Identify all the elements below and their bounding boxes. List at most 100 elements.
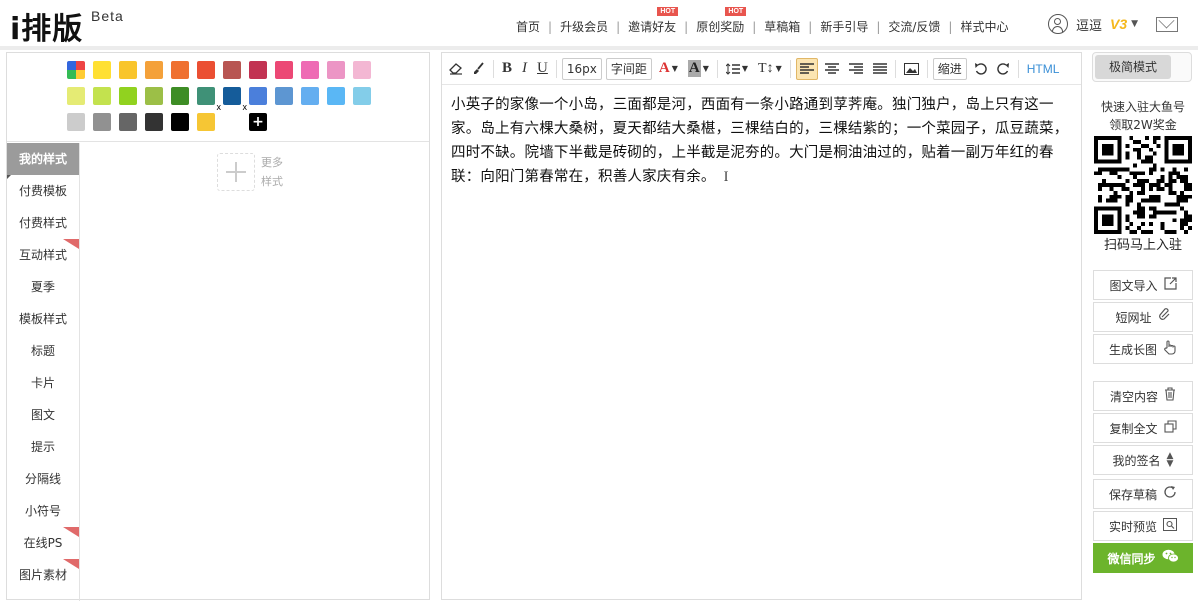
save-draft-button[interactable]: 保存草稿 [1093, 479, 1193, 509]
color-swatch[interactable] [275, 61, 293, 79]
bg-color-button[interactable]: A ▼ [685, 58, 712, 80]
style-category-item[interactable]: 在线PS [7, 527, 79, 559]
style-category-item[interactable]: 我的样式 [7, 143, 79, 179]
color-swatch[interactable] [93, 61, 111, 79]
html-source-button[interactable]: HTML [1024, 58, 1063, 80]
user-avatar-icon[interactable] [1048, 14, 1068, 34]
insert-image-button[interactable] [901, 58, 922, 80]
clear-content-button[interactable]: 清空内容 [1093, 381, 1193, 411]
redo-icon[interactable] [994, 58, 1013, 80]
color-swatch[interactable] [119, 87, 137, 105]
my-signature-button[interactable]: 我的签名 ▲ ▼ [1093, 445, 1193, 475]
color-swatch[interactable] [93, 87, 111, 105]
user-menu[interactable]: 逗逗 V3 ▼ [1048, 14, 1138, 34]
style-category-item[interactable]: 分隔线 [7, 463, 79, 495]
color-swatch[interactable] [327, 61, 345, 79]
color-swatch[interactable] [301, 61, 319, 79]
import-article-button[interactable]: 图文导入 [1093, 270, 1193, 300]
align-justify-button[interactable] [870, 58, 890, 80]
nav-invite[interactable]: HOT 邀请好友 [620, 7, 684, 35]
color-swatch[interactable] [67, 113, 85, 131]
color-swatch[interactable] [249, 87, 267, 105]
color-swatch[interactable] [119, 61, 137, 79]
style-category-label: 夏季 [30, 280, 55, 294]
remove-color-icon[interactable]: x [243, 102, 248, 112]
font-size-select[interactable]: 16px [561, 57, 602, 80]
style-category-item[interactable]: 卡片 [7, 367, 79, 399]
color-swatch[interactable] [275, 87, 293, 105]
color-swatch[interactable] [171, 87, 189, 105]
color-swatch[interactable] [145, 61, 163, 79]
font-color-button[interactable]: A ▼ [656, 58, 681, 80]
style-category-item[interactable]: 付费样式 [7, 207, 79, 239]
color-swatch[interactable]: x [197, 87, 221, 112]
remove-color-icon[interactable]: x [217, 102, 222, 112]
style-category-item[interactable]: 图片素材 [7, 559, 79, 591]
color-swatch[interactable] [93, 113, 111, 131]
color-swatch[interactable] [145, 87, 163, 105]
copy-all-button[interactable]: 复制全文 [1093, 413, 1193, 443]
color-swatch[interactable] [197, 61, 215, 79]
line-height-button[interactable]: ▼ [723, 58, 751, 80]
nav-feedback[interactable]: 交流/反馈 [880, 18, 948, 35]
nav-style-center[interactable]: 样式中心 [952, 18, 1016, 35]
underline-button[interactable]: U [534, 58, 551, 80]
editor-content[interactable]: 小英子的家像一个小岛，三面都是河，西面有一条小路通到莩荠庵。独门独户，岛上只有这… [451, 93, 1073, 189]
color-picker-swatch[interactable] [67, 61, 85, 79]
wechat-sync-button[interactable]: 微信同步 [1093, 543, 1193, 573]
color-swatch[interactable] [171, 61, 189, 79]
color-swatch[interactable] [145, 113, 163, 131]
style-category-item[interactable]: 提示 [7, 431, 79, 463]
plus-icon[interactable] [217, 153, 255, 191]
italic-button[interactable]: I [519, 58, 530, 80]
add-color-button[interactable]: + [249, 113, 267, 131]
undo-icon[interactable] [971, 58, 990, 80]
mail-icon[interactable] [1156, 17, 1178, 32]
color-swatch[interactable] [353, 87, 371, 105]
style-category-item[interactable]: 付费模板 [7, 175, 79, 207]
style-category-item[interactable]: 夏季 [7, 271, 79, 303]
style-category-item[interactable]: 图文 [7, 399, 79, 431]
refresh-icon [1163, 485, 1177, 503]
nav-guide[interactable]: 新手引导 [812, 18, 876, 35]
live-preview-button[interactable]: 实时预览 [1093, 511, 1193, 541]
align-center-icon [824, 63, 839, 74]
eraser-icon[interactable] [446, 58, 466, 80]
color-swatch[interactable] [223, 113, 241, 131]
style-category-item[interactable]: 标题 [7, 335, 79, 367]
nav-home[interactable]: 首页 [508, 18, 548, 35]
align-right-button[interactable] [846, 58, 866, 80]
nav-upgrade[interactable]: 升级会员 [552, 18, 616, 35]
style-category-item[interactable]: 小符号 [7, 495, 79, 527]
color-swatch[interactable]: x [223, 87, 247, 112]
align-center-button[interactable] [822, 58, 842, 80]
color-swatch[interactable] [223, 61, 241, 79]
minimal-mode-button[interactable]: 极简模式 [1095, 55, 1171, 79]
chevron-down-icon[interactable]: ▼ [1131, 19, 1138, 29]
user-name[interactable]: 逗逗 [1076, 15, 1102, 34]
short-url-button[interactable]: 短网址 [1093, 302, 1193, 332]
color-swatch[interactable] [119, 113, 137, 131]
color-swatch[interactable] [67, 87, 85, 105]
bold-button[interactable]: B [499, 58, 515, 80]
mode-switch[interactable]: 极简模式 [1092, 52, 1192, 82]
format-brush-icon[interactable] [470, 58, 488, 80]
color-swatch[interactable] [301, 87, 319, 105]
text-size-button[interactable]: T↕ ▼ [755, 58, 785, 80]
color-swatch[interactable] [353, 61, 371, 79]
color-swatch[interactable] [197, 113, 215, 131]
editor-text[interactable]: 小英子的家像一个小岛，三面都是河，西面有一条小路通到莩荠庵。独门独户，岛上只有这… [451, 97, 1068, 185]
nav-drafts[interactable]: 草稿箱 [756, 18, 808, 35]
style-category-item[interactable]: 互动样式 [7, 239, 79, 271]
generate-long-image-button[interactable]: 生成长图 [1093, 334, 1193, 364]
color-swatch[interactable] [171, 113, 189, 131]
site-logo[interactable]: i排版 [10, 4, 83, 48]
more-styles-button[interactable]: 更多样式 [217, 153, 289, 191]
indent-button[interactable]: 缩进 [932, 57, 967, 80]
letter-spacing-button[interactable]: 字间距 [605, 57, 652, 80]
color-swatch[interactable] [249, 61, 267, 79]
nav-original-reward[interactable]: HOT 原创奖励 [688, 7, 752, 35]
align-left-button[interactable] [795, 57, 818, 80]
color-swatch[interactable] [327, 87, 345, 105]
style-category-item[interactable]: 模板样式 [7, 303, 79, 335]
